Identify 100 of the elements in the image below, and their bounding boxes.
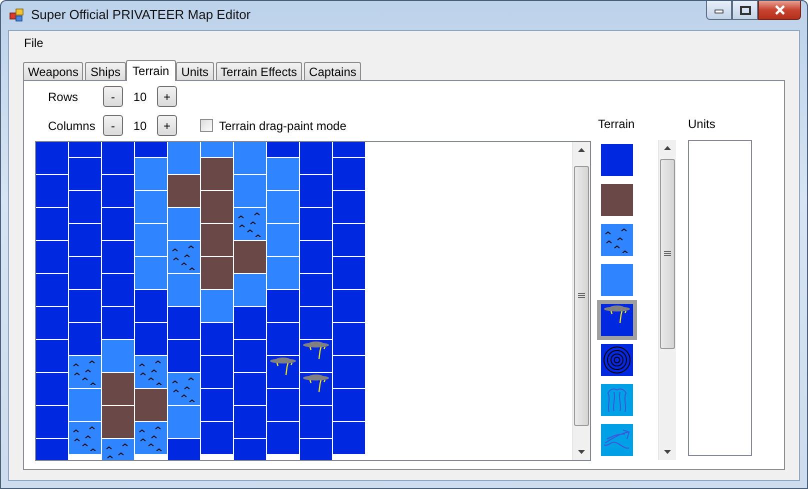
scrollbar[interactable] [658,140,676,460]
deep-water-tile[interactable] [102,208,134,240]
shallow-water-tile[interactable] [267,158,299,190]
shallow-water-tile[interactable] [168,274,200,306]
land-tile[interactable] [135,389,167,421]
shallow-water-tile[interactable] [135,158,167,190]
reef-tile[interactable] [168,373,200,405]
shallow-water-tile[interactable] [267,191,299,223]
tab[interactable]: Ships [85,62,126,80]
land-tile[interactable] [168,175,200,207]
deep-water-tile[interactable] [36,373,68,405]
deep-water-tile[interactable] [267,422,299,454]
land-tile[interactable] [201,257,233,289]
deep-water-tile[interactable] [333,257,365,289]
deep-water-tile[interactable] [234,340,266,372]
shallow-water-tile[interactable] [234,274,266,306]
deep-water-tile[interactable] [102,142,134,174]
deep-water-tile[interactable] [333,422,365,454]
shallow-water-tile[interactable] [234,175,266,207]
reef-tile[interactable] [69,422,101,454]
deep-water-tile[interactable] [201,323,233,355]
deep-water-tile[interactable] [267,323,299,355]
tab[interactable]: Captains [304,62,362,80]
menu-item[interactable]: File [15,34,52,52]
storm-tile[interactable] [300,373,332,405]
deep-water-tile[interactable] [234,307,266,339]
shallow-water-tile[interactable] [135,191,167,223]
storm-tile[interactable] [300,340,332,372]
shallow-water-tile[interactable] [168,142,200,174]
deep-water-tile[interactable] [234,373,266,405]
shallow-water-tile[interactable] [168,208,200,240]
deep-water-tile[interactable] [135,290,167,322]
close-button[interactable] [758,1,801,20]
increment-button[interactable]: + [157,86,177,107]
deep-water-tile[interactable] [69,158,101,190]
deep-water-tile[interactable] [168,307,200,339]
deep-water-tile[interactable] [201,422,233,454]
land-tile[interactable] [201,224,233,256]
shallow-water-tile[interactable] [201,290,233,322]
deep-water-tile[interactable] [333,224,365,256]
scroll-up-icon[interactable] [578,148,585,152]
land-tile[interactable] [102,373,134,405]
deep-water-tile[interactable] [36,307,68,339]
scrollbar[interactable] [572,142,590,460]
scroll-down-icon[interactable] [664,450,671,454]
current-tile[interactable] [601,384,633,416]
current-tile[interactable] [601,424,633,456]
land-tile[interactable] [201,158,233,190]
storm-tile[interactable] [601,304,633,336]
scrollbar-thumb[interactable] [574,166,589,426]
deep-water-tile[interactable] [333,356,365,388]
deep-water-tile[interactable] [333,290,365,322]
shallow-water-tile[interactable] [601,264,633,296]
deep-water-tile[interactable] [102,241,134,273]
shallow-water-tile[interactable] [102,340,134,372]
deep-water-tile[interactable] [201,356,233,388]
reef-tile[interactable] [69,356,101,388]
deep-water-tile[interactable] [36,274,68,306]
reef-tile[interactable] [168,241,200,273]
shallow-water-tile[interactable] [135,257,167,289]
deep-water-tile[interactable] [69,191,101,223]
deep-water-tile[interactable] [102,307,134,339]
deep-water-tile[interactable] [300,241,332,273]
deep-water-tile[interactable] [36,241,68,273]
deep-water-tile[interactable] [300,142,332,174]
deep-water-tile[interactable] [333,323,365,355]
deep-water-tile[interactable] [333,389,365,421]
tab[interactable]: Terrain Effects [216,62,302,80]
shallow-water-tile[interactable] [234,142,266,174]
deep-water-tile[interactable] [102,175,134,207]
tab[interactable]: Terrain [126,60,176,81]
deep-water-tile[interactable] [300,406,332,438]
deep-water-tile[interactable] [234,406,266,438]
deep-water-tile[interactable] [102,274,134,306]
storm-tile[interactable] [267,356,299,388]
reef-tile[interactable] [601,224,633,256]
deep-water-tile[interactable] [69,224,101,256]
deep-water-tile[interactable] [69,290,101,322]
tab[interactable]: Weapons [23,62,84,80]
whirlpool-tile[interactable] [601,344,633,376]
scroll-up-icon[interactable] [664,146,671,150]
increment-button[interactable]: + [157,115,177,136]
deep-water-tile[interactable] [300,208,332,240]
reef-tile[interactable] [135,356,167,388]
scroll-down-icon[interactable] [578,450,585,454]
deep-water-tile[interactable] [36,208,68,240]
land-tile[interactable] [601,184,633,216]
deep-water-tile[interactable] [36,175,68,207]
land-tile[interactable] [102,406,134,438]
deep-water-tile[interactable] [267,290,299,322]
deep-water-tile[interactable] [601,144,633,176]
deep-water-tile[interactable] [333,191,365,223]
checkbox[interactable] [200,119,213,132]
deep-water-tile[interactable] [36,340,68,372]
reef-tile[interactable] [234,208,266,240]
land-tile[interactable] [201,191,233,223]
decrement-button[interactable]: - [103,115,123,136]
deep-water-tile[interactable] [36,406,68,438]
deep-water-tile[interactable] [135,323,167,355]
shallow-water-tile[interactable] [168,406,200,438]
